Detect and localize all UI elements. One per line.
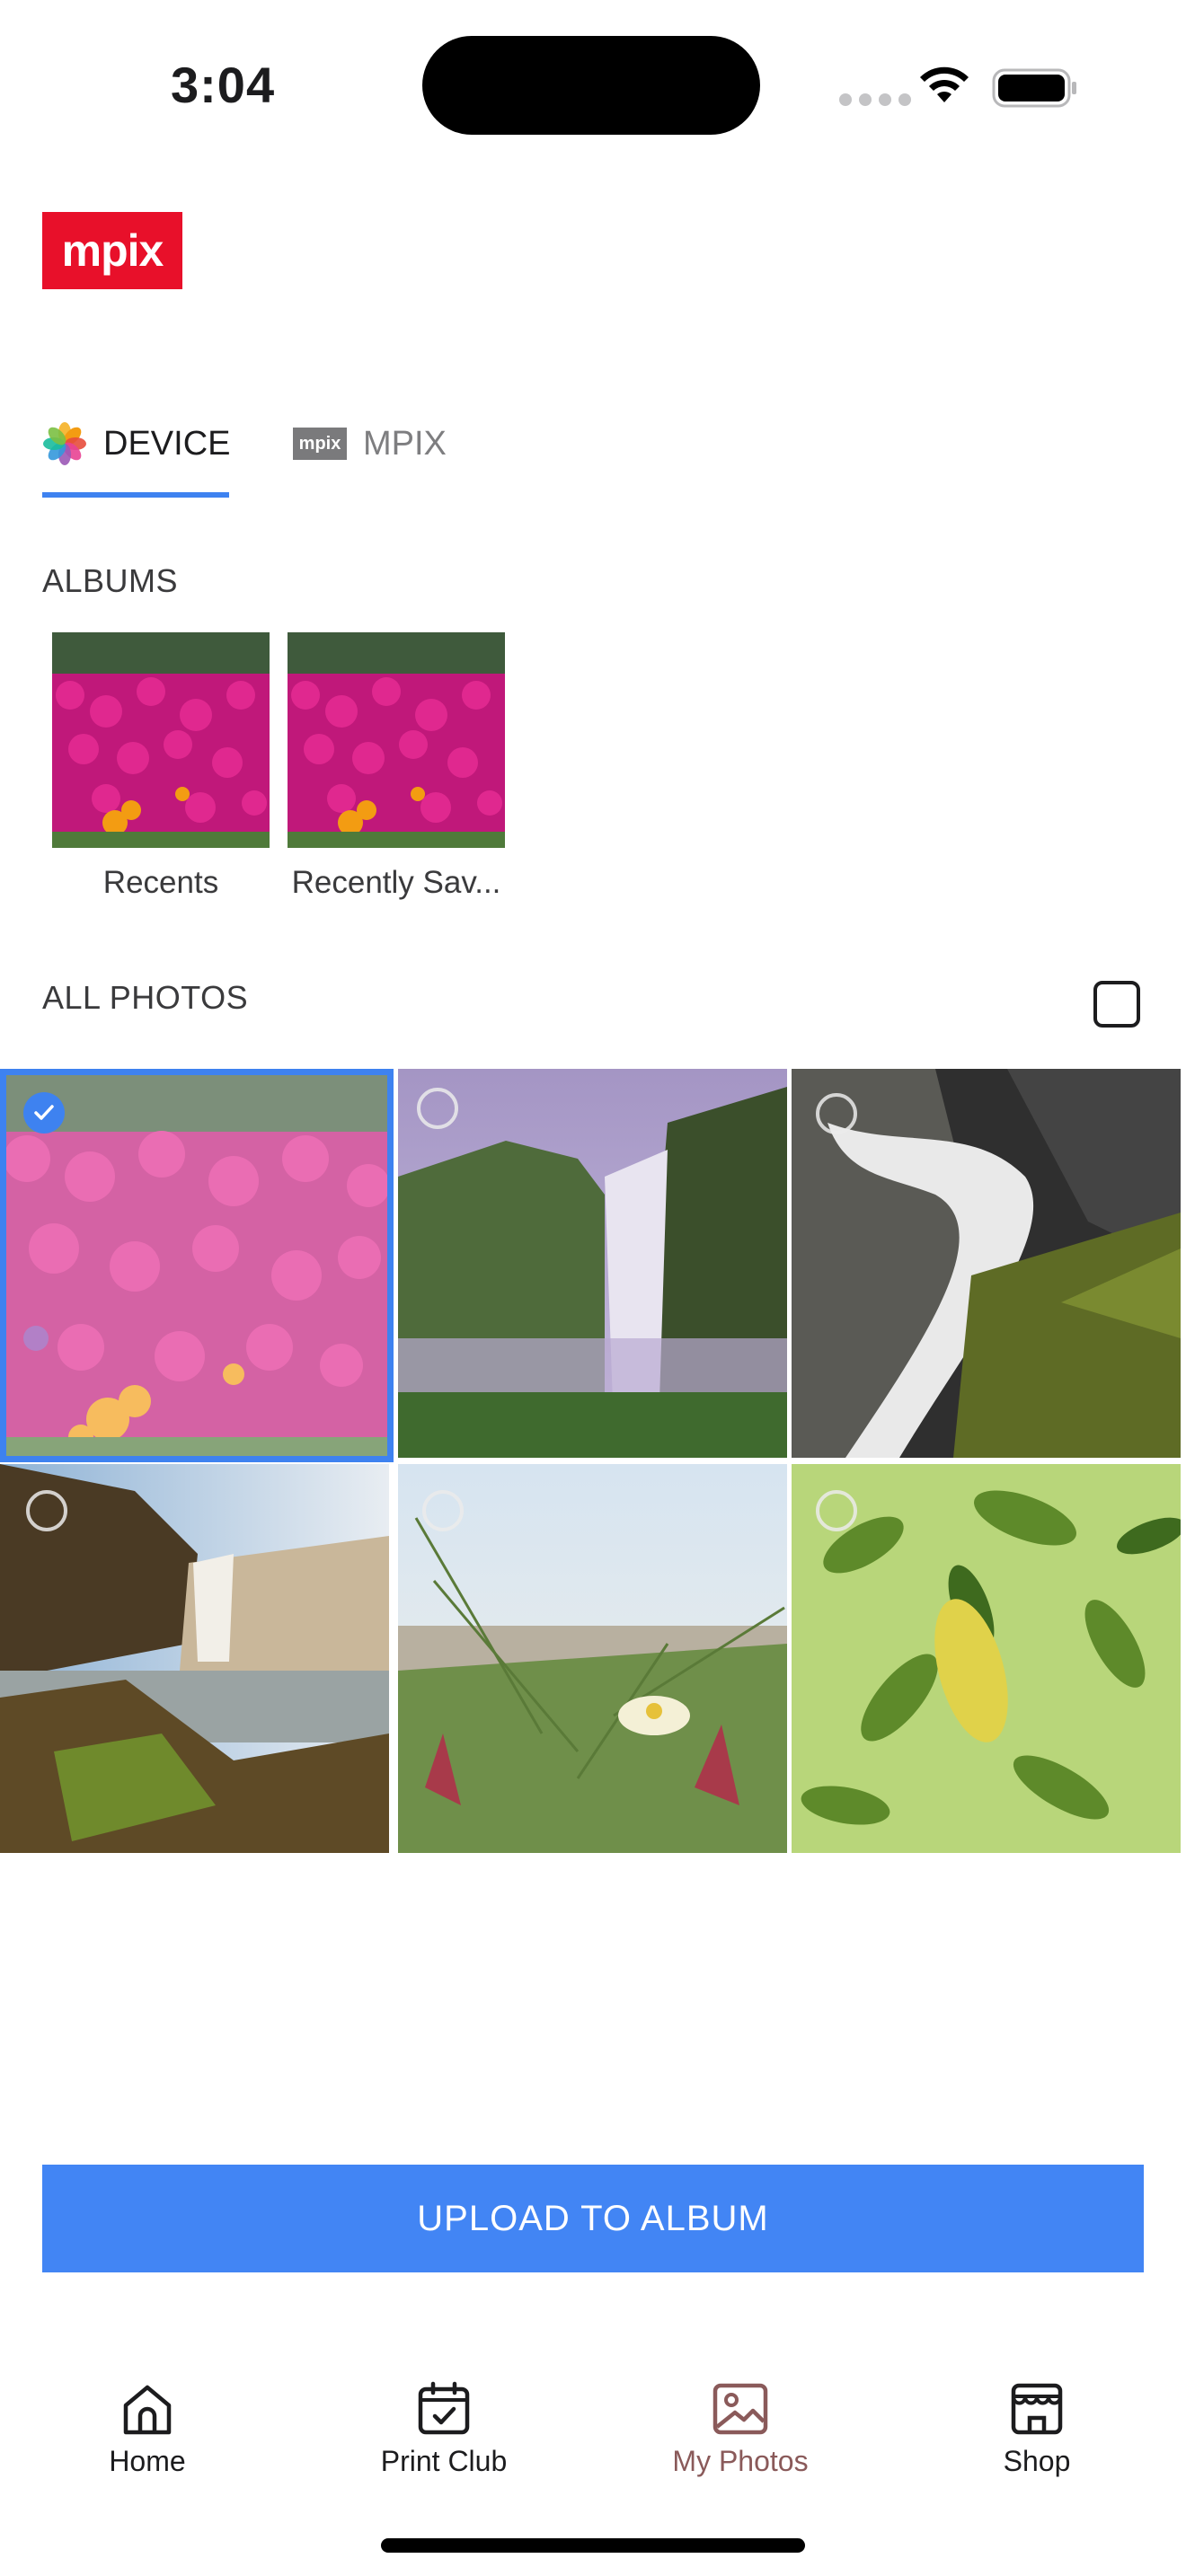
photo-tile[interactable] xyxy=(792,1464,1181,1853)
photo-tile[interactable] xyxy=(0,1464,389,1853)
album-label: Recently Sav... xyxy=(291,865,501,900)
all-photos-heading: ALL PHOTOS xyxy=(42,979,249,1016)
photo-tile[interactable] xyxy=(398,1464,787,1853)
calendar-check-icon xyxy=(418,2381,470,2435)
album-label: Recents xyxy=(102,865,219,900)
tab-device-label: DEVICE xyxy=(103,424,231,463)
nav-shop[interactable]: Shop xyxy=(938,2380,1136,2478)
nav-print-club-label: Print Club xyxy=(380,2445,508,2477)
nav-shop-label: Shop xyxy=(1003,2445,1071,2477)
photo-tile[interactable] xyxy=(398,1069,787,1458)
photo-green-leaves xyxy=(792,1464,1181,1853)
tab-mpix[interactable]: mpix MPIX xyxy=(293,411,447,476)
home-indicator[interactable] xyxy=(381,2538,805,2553)
photo-tile[interactable] xyxy=(792,1069,1181,1458)
photo-waterfall-cliff xyxy=(398,1069,787,1458)
wifi-icon xyxy=(920,66,969,102)
album-thumbnail xyxy=(52,632,270,848)
nav-print-club[interactable]: Print Club xyxy=(345,2380,543,2478)
cellular-signal-icon xyxy=(839,93,911,106)
tab-mpix-label: MPIX xyxy=(363,424,447,463)
nav-my-photos-label: My Photos xyxy=(672,2445,809,2477)
status-time: 3:04 xyxy=(171,57,276,113)
albums-heading: ALBUMS xyxy=(42,562,179,599)
selected-frame xyxy=(0,1069,394,1462)
nav-home-label: Home xyxy=(109,2445,186,2477)
photo-icon xyxy=(712,2383,768,2435)
photo-waterfall-meadow xyxy=(0,1464,389,1853)
select-all-checkbox[interactable] xyxy=(1093,981,1140,1028)
album-recents[interactable]: Recents xyxy=(52,632,270,901)
battery-icon xyxy=(992,68,1076,108)
tab-active-underline xyxy=(42,492,229,498)
photo-waterfall-rocks xyxy=(792,1069,1181,1458)
storefront-icon xyxy=(1011,2383,1063,2435)
nav-home[interactable]: Home xyxy=(49,2380,246,2478)
dynamic-island xyxy=(422,36,760,135)
album-recently-saved[interactable]: Recently Sav... xyxy=(288,632,505,901)
tab-device[interactable]: DEVICE xyxy=(42,411,230,476)
upload-to-album-button[interactable]: UPLOAD TO ALBUM xyxy=(42,2165,1144,2272)
home-icon xyxy=(123,2385,172,2435)
photos-app-icon xyxy=(43,422,86,465)
mpix-logo: mpix xyxy=(42,212,182,289)
nav-my-photos[interactable]: My Photos xyxy=(642,2380,839,2478)
album-thumbnail xyxy=(288,632,505,848)
photo-grass-flower xyxy=(398,1464,787,1853)
mpix-badge-icon: mpix xyxy=(293,428,347,460)
